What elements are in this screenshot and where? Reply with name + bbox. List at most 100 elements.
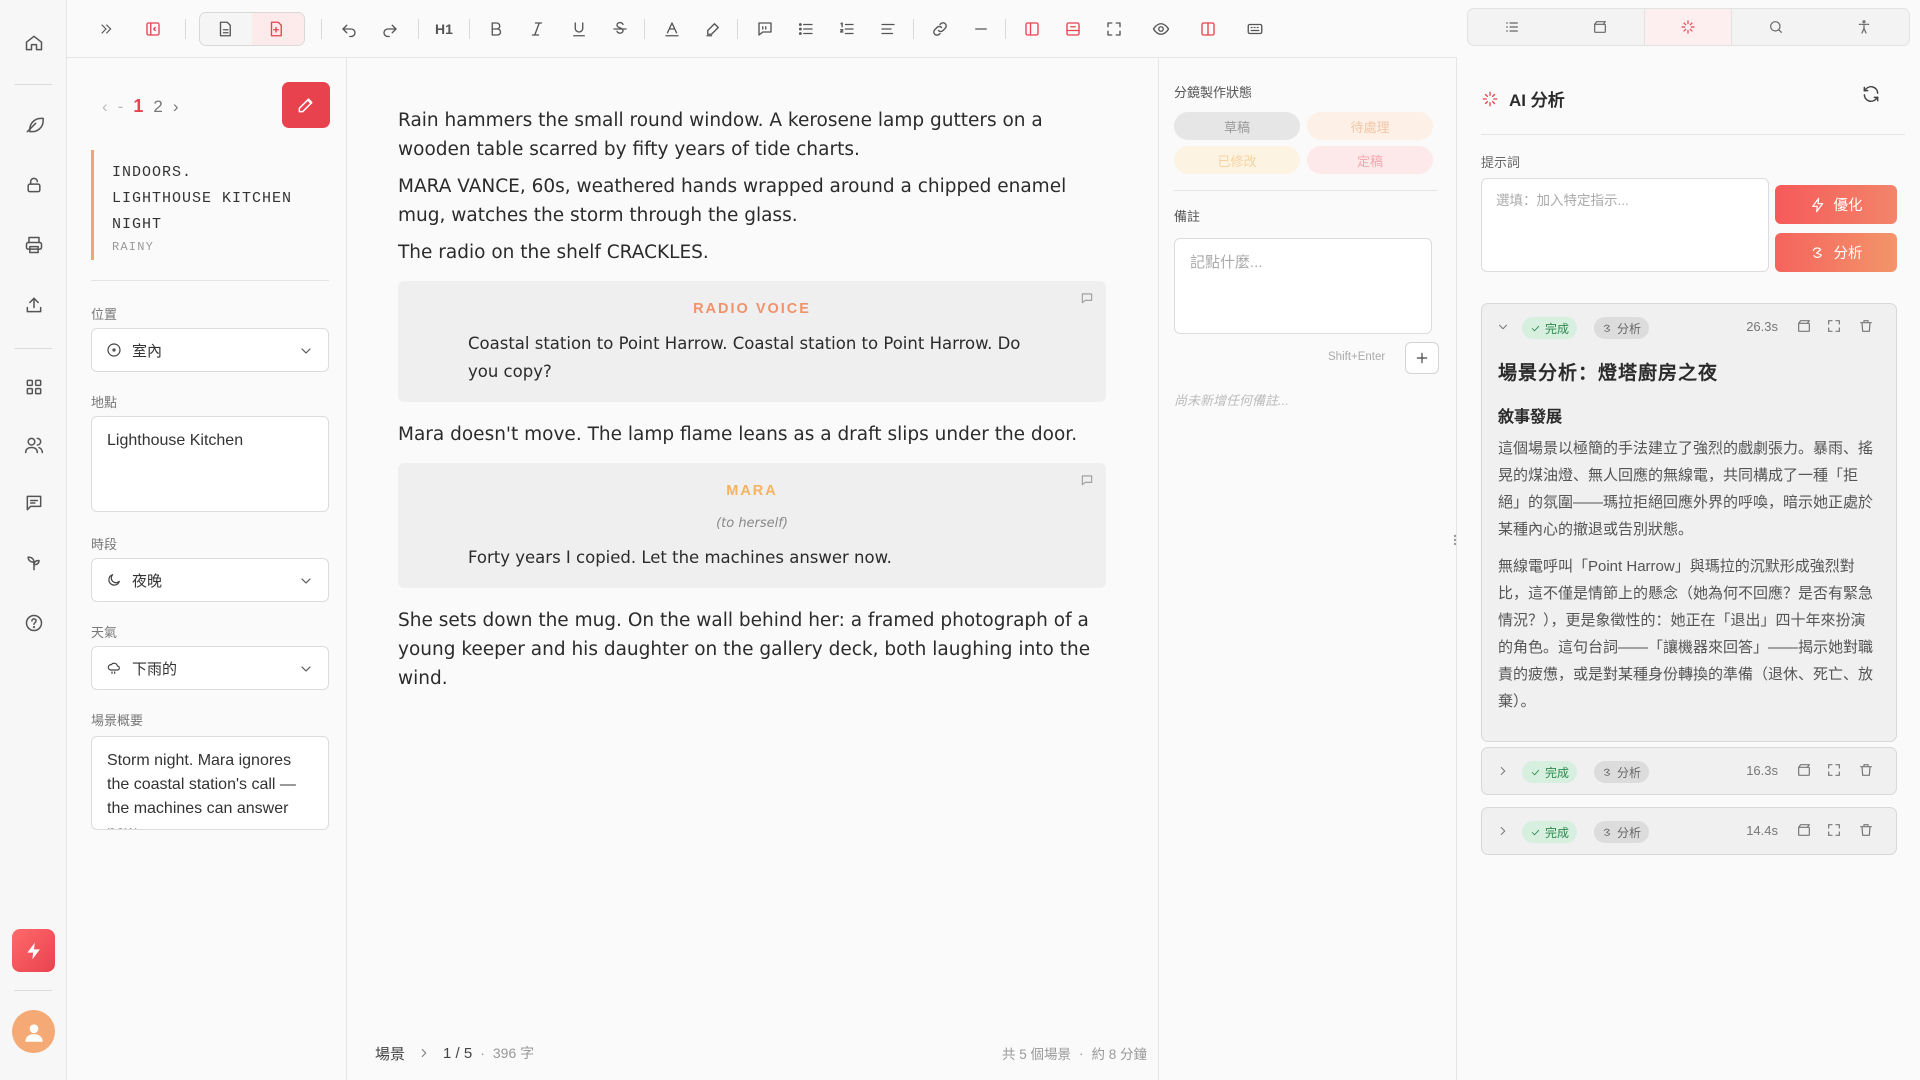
location-input[interactable]: Lighthouse Kitchen [91,416,329,512]
collapse-sidebar-icon[interactable] [91,14,121,44]
dialogue-line[interactable]: Forty years I copied. Let the machines a… [468,544,1036,572]
home-icon[interactable] [19,28,49,58]
action-paragraph[interactable]: She sets down the mug. On the wall behin… [398,606,1106,693]
italic-icon[interactable] [522,14,552,44]
dialogue-line[interactable]: Coastal station to Point Harrow. Coastal… [468,330,1036,386]
lock-icon[interactable] [19,170,49,200]
time-select[interactable]: 夜晚 [91,558,329,602]
feather-icon[interactable] [19,110,49,140]
tab-ai-sparkle[interactable] [1644,9,1732,45]
breadcrumb-scene[interactable]: 場景 [375,1043,405,1064]
storyboard-icon[interactable] [1796,318,1812,334]
expand-icon[interactable] [1826,762,1842,778]
analysis-result[interactable]: 完成 分析 14.4s [1481,807,1897,855]
bold-icon[interactable] [481,14,511,44]
preview-eye-icon[interactable] [1146,14,1176,44]
refresh-icon[interactable] [1861,84,1881,104]
optimize-button[interactable]: 優化 [1775,185,1897,224]
prev-page-icon[interactable]: ‹ [102,97,108,117]
split-view-icon[interactable] [210,14,240,44]
summary-label: 場景概要 [91,713,144,728]
dialogue-block[interactable]: RADIO VOICE Coastal station to Point Har… [398,281,1106,402]
type-badge: 分析 [1594,821,1650,843]
link-icon[interactable] [925,14,955,44]
rain-cloud-icon [106,660,122,676]
action-paragraph[interactable]: Rain hammers the small round window. A k… [398,106,1106,164]
quick-action-bolt-icon[interactable] [12,929,55,972]
tab-accessibility[interactable] [1820,9,1908,45]
columns-icon[interactable] [1193,14,1223,44]
tab-outline[interactable] [1468,9,1556,45]
location-label: 地點 [91,395,118,410]
script-document[interactable]: Rain hammers the small round window. A k… [398,106,1106,701]
analysis-result[interactable]: 完成 分析 16.3s [1481,747,1897,795]
fullscreen-icon[interactable] [1099,14,1129,44]
users-icon[interactable] [19,430,49,460]
storyboard-icon[interactable] [1796,762,1812,778]
underline-icon[interactable] [564,14,594,44]
image-panel-icon[interactable] [1058,14,1088,44]
page-2[interactable]: 2 [153,97,162,117]
page-1[interactable]: 1 [133,96,143,117]
printer-icon[interactable] [19,230,49,260]
text-color-icon[interactable] [657,14,687,44]
user-avatar[interactable] [12,1010,55,1053]
expand-icon[interactable] [1826,318,1842,334]
script-view-icon[interactable] [261,14,291,44]
next-page-icon[interactable]: › [173,97,179,117]
strikethrough-icon[interactable] [605,14,635,44]
status-chip-draft[interactable]: 草稿 [1174,112,1300,140]
storyboard-icon[interactable] [1796,822,1812,838]
action-paragraph[interactable]: Mara doesn't move. The lamp flame leans … [398,420,1106,449]
summary-input[interactable]: Storm night. Mara ignores the coastal st… [91,736,329,830]
ai-analysis-panel: AI 分析 提示詞 選填：加入特定指示... 優化 分析 完成 分析 26.3s [1457,0,1920,1080]
heading-button[interactable]: H1 [429,14,459,44]
analyze-button[interactable]: 分析 [1775,233,1897,272]
status-chip-final[interactable]: 定稿 [1307,146,1433,174]
comment-bubble-icon[interactable] [1080,473,1094,487]
horizontal-rule-icon[interactable] [966,14,996,44]
trash-icon[interactable] [1858,318,1874,334]
result-header[interactable]: 完成 分析 26.3s [1482,304,1896,350]
dialogue-block[interactable]: MARA (to herself) Forty years I copied. … [398,463,1106,588]
edit-scene-button[interactable] [282,82,330,128]
result-header[interactable]: 完成 分析 14.4s [1482,808,1896,854]
message-icon[interactable] [19,488,49,518]
action-paragraph[interactable]: MARA VANCE, 60s, weathered hands wrapped… [398,172,1106,230]
tab-storyboard[interactable] [1556,9,1644,45]
panel-toggle-icon[interactable] [138,14,168,44]
trash-icon[interactable] [1858,762,1874,778]
chevron-right-icon[interactable] [1496,824,1510,838]
result-header[interactable]: 完成 分析 16.3s [1482,748,1896,794]
scene-heading-card[interactable]: INDOORS. LIGHTHOUSE KITCHEN NIGHT RAINY [91,150,327,260]
help-icon[interactable] [19,608,49,638]
trash-icon[interactable] [1858,822,1874,838]
chevron-down-icon[interactable] [1496,320,1510,334]
undo-icon[interactable] [334,14,364,44]
chevron-right-icon[interactable] [1496,764,1510,778]
comment-icon[interactable] [750,14,780,44]
script-editor[interactable]: Rain hammers the small round window. A k… [347,58,1159,1080]
position-select[interactable]: 室內 [91,328,329,372]
align-icon[interactable] [873,14,903,44]
analysis-result[interactable]: 完成 分析 26.3s 場景分析：燈塔廚房之夜 敘事發展 這個場景以極簡的手法建… [1481,303,1897,742]
bullet-list-icon[interactable] [791,14,821,44]
status-chip-modified[interactable]: 已修改 [1174,146,1300,174]
panel-left-icon[interactable] [1017,14,1047,44]
redo-icon[interactable] [375,14,405,44]
expand-icon[interactable] [1826,822,1842,838]
action-paragraph[interactable]: The radio on the shelf CRACKLES. [398,238,1106,267]
comment-bubble-icon[interactable] [1080,291,1094,305]
keyboard-icon[interactable] [1240,14,1270,44]
sprout-icon[interactable] [19,548,49,578]
tab-search[interactable] [1732,9,1820,45]
note-input[interactable]: 記點什麼... [1174,238,1432,334]
status-chip-pending[interactable]: 待處理 [1307,112,1433,140]
add-note-button[interactable] [1405,342,1439,374]
weather-select[interactable]: 下雨的 [91,646,329,690]
grid-icon[interactable] [19,372,49,402]
numbered-list-icon[interactable] [832,14,862,44]
prompt-input[interactable]: 選填：加入特定指示... [1481,178,1769,272]
highlighter-icon[interactable] [698,14,728,44]
upload-icon[interactable] [19,290,49,320]
